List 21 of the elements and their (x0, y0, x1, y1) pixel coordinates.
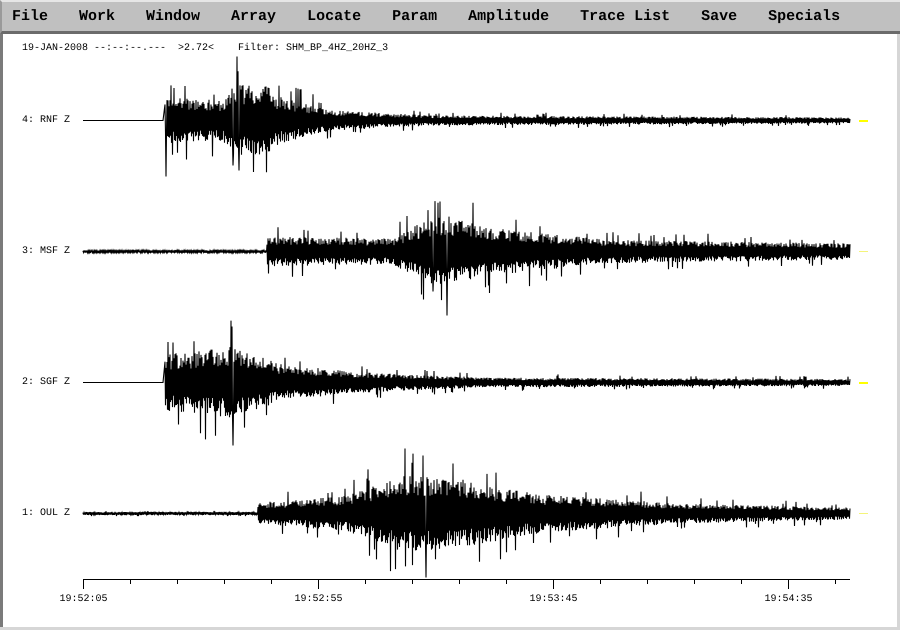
menu-item[interactable]: Locate (307, 8, 362, 26)
trace-label: 2: SGF Z (22, 376, 72, 388)
tick-label: 19:54:35 (764, 594, 812, 605)
menu-item[interactable]: File (12, 8, 48, 26)
menu-item[interactable]: Save (701, 8, 738, 26)
trace-label: 1: OUL Z (22, 508, 72, 520)
menu-item[interactable]: Work (79, 8, 116, 26)
menu-item[interactable]: Amplitude (468, 8, 550, 26)
tick-label: 19:53:45 (530, 594, 578, 605)
filter-text: Filter: SHM_BP_4HZ_20HZ_3 (238, 43, 388, 55)
tick-label: 19:52:55 (294, 594, 342, 605)
scale-text: >2.72< (178, 43, 214, 55)
menu-item[interactable]: Array (231, 8, 276, 26)
menu-item[interactable]: Specials (768, 8, 840, 26)
menu-item[interactable]: Trace List (580, 8, 670, 26)
menu-item[interactable]: Param (392, 8, 438, 26)
date-time-text: 19-JAN-2008 --:--:--.--- (22, 43, 166, 55)
tick-label: 19:52:05 (60, 594, 108, 605)
menu-item[interactable]: Window (146, 8, 200, 26)
trace-label: 3: MSF Z (22, 246, 72, 258)
trace-label: 4: RNF Z (22, 114, 72, 126)
